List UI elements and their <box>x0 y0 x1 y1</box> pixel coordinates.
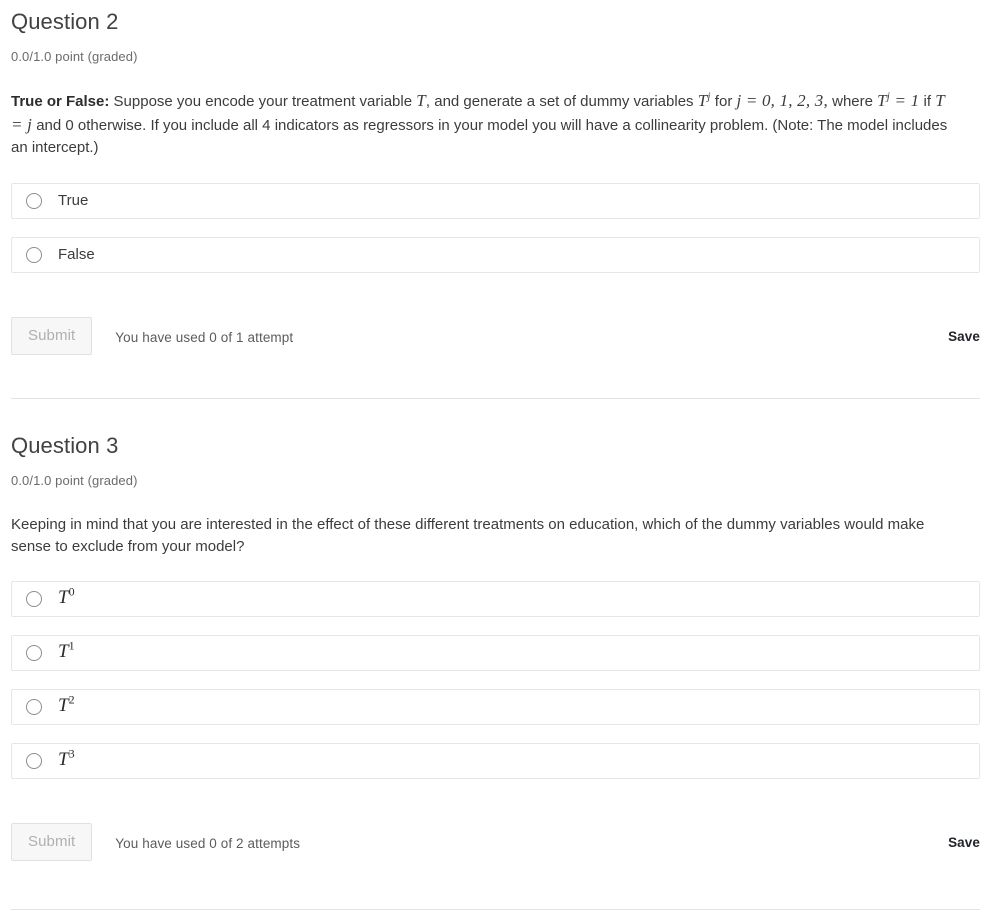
submit-button-question-3[interactable]: Submit <box>11 822 93 861</box>
math-Tj-equals-1: Tj = 1 <box>877 90 920 110</box>
question-block-2: Question 2 0.0/1.0 point (graded) True o… <box>0 0 991 356</box>
option-row-t0[interactable]: T0 <box>11 580 980 617</box>
option-row-false[interactable]: False <box>11 236 980 273</box>
question-2-prompt-seg4: where <box>827 93 878 110</box>
section-divider-2 <box>11 908 980 910</box>
question-2-prompt: True or False: Suppose you encode your t… <box>11 90 956 160</box>
math-j-equals-list: j = 0, 1, 2, 3, <box>736 91 828 110</box>
question-2-options: True False <box>11 182 980 273</box>
save-button-question-2[interactable]: Save <box>948 329 980 344</box>
question-block-3: Question 3 0.0/1.0 point (graded) Keepin… <box>0 428 991 862</box>
option-label-t1: T1 <box>58 638 75 662</box>
question-2-prompt-seg6: and 0 otherwise. If you include all 4 in… <box>11 116 948 157</box>
radio-icon-false[interactable] <box>26 246 42 263</box>
question-3-points: 0.0/1.0 point (graded) <box>11 472 138 488</box>
page-title-question-3: Question 3 <box>11 432 119 458</box>
question-2-points: 0.0/1.0 point (graded) <box>11 49 138 64</box>
radio-icon-t3[interactable] <box>26 752 42 769</box>
page-title-question-2: Question 2 <box>11 9 119 34</box>
option-label-true: True <box>58 191 89 209</box>
math-T-1: T <box>416 91 426 110</box>
radio-icon-t2[interactable] <box>26 698 42 715</box>
question-3-actions: Submit You have used 0 of 2 attempts Sav… <box>11 822 980 862</box>
submit-button-question-2[interactable]: Submit <box>11 316 93 355</box>
question-3-options: T0 T1 T2 T3 <box>11 580 980 779</box>
option-row-t1[interactable]: T1 <box>11 634 980 671</box>
option-row-t3[interactable]: T3 <box>11 742 980 779</box>
question-2-prompt-seg3: for <box>710 93 737 110</box>
question-2-prompt-seg1: Suppose you encode your treatment variab… <box>109 93 417 110</box>
save-button-question-3[interactable]: Save <box>948 835 980 850</box>
math-Tj-1: Tj <box>697 90 711 110</box>
attempts-text-question-2: You have used 0 of 1 attempt <box>115 330 294 345</box>
problem-page: Question 2 0.0/1.0 point (graded) True o… <box>0 0 991 910</box>
option-label-t2: T2 <box>58 692 75 716</box>
radio-icon-t0[interactable] <box>26 590 42 607</box>
option-label-t3: T3 <box>58 746 75 770</box>
attempts-text-question-3: You have used 0 of 2 attempts <box>115 836 301 851</box>
question-2-prompt-lead: True or False: <box>11 93 110 110</box>
radio-icon-t1[interactable] <box>26 644 42 661</box>
radio-icon-true[interactable] <box>26 192 42 209</box>
question-2-actions: Submit You have used 0 of 1 attempt Save <box>11 316 980 356</box>
option-row-true[interactable]: True <box>11 182 980 219</box>
question-2-prompt-seg2: , and generate a set of dummy variables <box>425 93 698 110</box>
option-row-t2[interactable]: T2 <box>11 688 980 725</box>
question-3-prompt: Keeping in mind that you are interested … <box>11 515 925 555</box>
option-label-t0: T0 <box>58 584 75 608</box>
option-label-false: False <box>58 245 95 263</box>
question-2-prompt-seg5: if <box>919 93 936 110</box>
